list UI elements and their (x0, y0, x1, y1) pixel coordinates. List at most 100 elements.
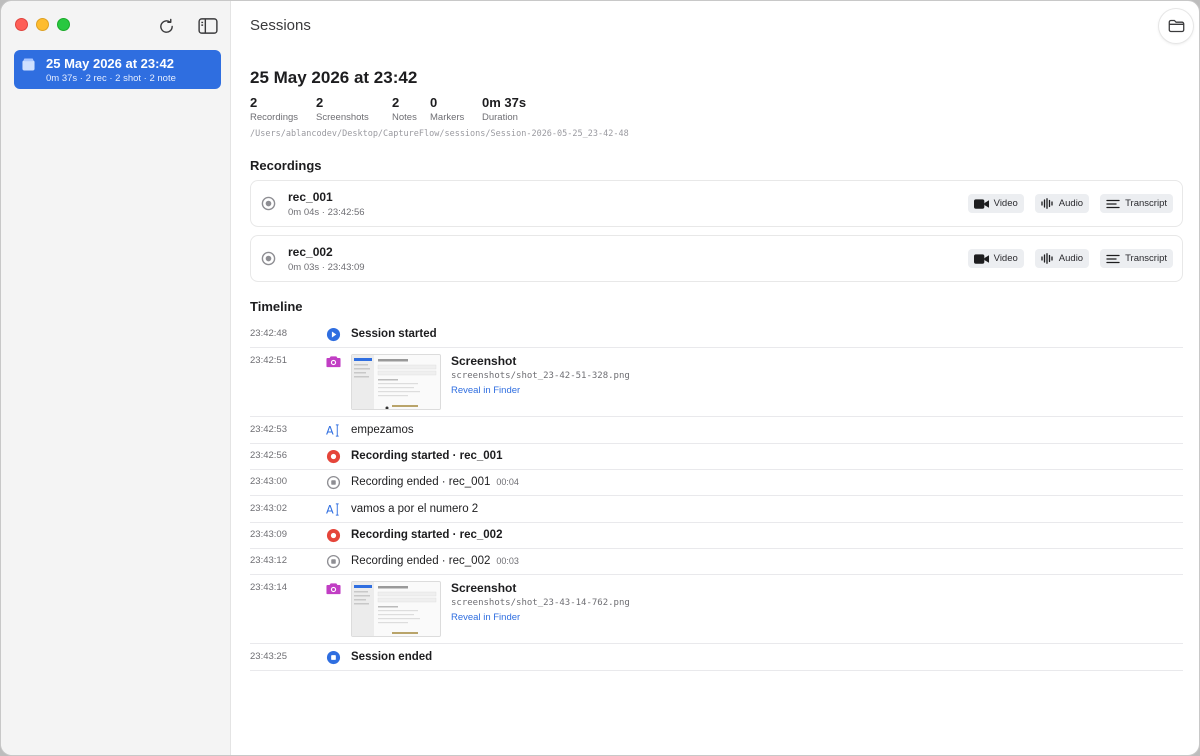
record-circle-icon (261, 196, 276, 211)
waveform-icon (1041, 198, 1053, 209)
event-time: 23:43:09 (250, 529, 287, 540)
event-text-label: Recording ended · rec_001 (351, 476, 491, 488)
play-circle-icon (326, 327, 341, 342)
stat-label: Notes (392, 112, 417, 123)
video-label: Video (993, 198, 1018, 209)
video-label: Video (993, 253, 1018, 264)
timeline-row: 23:43:25 Session ended (250, 644, 1183, 671)
event-text: vamos a por el numero 2 (351, 503, 479, 515)
video-camera-icon (973, 198, 989, 209)
stat-value: 2 (316, 95, 324, 110)
recording-meta: 0m 03s · 23:43:09 (288, 262, 365, 273)
toggle-sidebar-button[interactable] (197, 15, 219, 37)
zoom-window-button[interactable] (57, 18, 70, 31)
reveal-in-finder-link[interactable]: Reveal in Finder (451, 612, 520, 623)
stat-label: Markers (430, 112, 465, 123)
transcript-button[interactable]: Transcript (1100, 249, 1173, 268)
page-title: Sessions (250, 17, 311, 34)
video-camera-icon (973, 253, 989, 264)
session-title: 25 May 2026 at 23:42 (250, 68, 418, 87)
event-text: Recording started · rec_001 (351, 450, 503, 462)
open-folder-button[interactable] (1159, 9, 1193, 43)
text-cursor-icon: A (326, 424, 339, 438)
event-text: Session ended (351, 651, 433, 663)
event-time: 23:43:00 (250, 476, 287, 487)
transcript-label: Transcript (1125, 253, 1167, 264)
stat-duration: 0m 37s Duration (482, 95, 542, 123)
event-text: Session started (351, 328, 437, 340)
stat-markers: 0 Markers (430, 95, 466, 123)
audio-label: Audio (1058, 198, 1084, 209)
timeline-row: 23:43:00 Recording ended · rec_001 00:04 (250, 470, 1183, 496)
video-button[interactable]: Video (967, 194, 1024, 213)
sidebar-session-title: 25 May 2026 at 23:42 (46, 56, 174, 71)
text-cursor-icon: A (326, 503, 339, 517)
refresh-icon (159, 18, 173, 33)
event-text: Recording ended · rec_001 00:04 (351, 476, 519, 488)
app-window: 25 May 2026 at 23:42 0m 37s · 2 rec · 2 … (0, 0, 1200, 756)
stat-value: 0 (430, 95, 438, 110)
transcript-label: Transcript (1125, 198, 1167, 209)
text-lines-icon (1106, 254, 1120, 263)
recording-name: rec_001 (288, 190, 333, 204)
stat-value: 0m 37s (482, 95, 527, 110)
folder-icon (1168, 19, 1184, 33)
transcript-button[interactable]: Transcript (1100, 194, 1173, 213)
main-content: Sessions 25 May 2026 at 23:42 2 Recordin… (232, 1, 1199, 755)
timeline-row: 23:42:53 A empezamos (250, 417, 1183, 444)
timeline-row: 23:43:14 Screenshot screenshots/shot_23-… (250, 575, 1183, 644)
sidebar-session-item[interactable]: 25 May 2026 at 23:42 0m 37s · 2 rec · 2 … (14, 50, 221, 89)
stop-circle-icon (326, 554, 341, 569)
recording-card: rec_001 0m 04s · 23:42:56 Video Audio Tr… (250, 180, 1183, 227)
recording-card: rec_002 0m 03s · 23:43:09 Video Audio Tr… (250, 235, 1183, 282)
camera-icon (326, 583, 341, 595)
stat-label: Duration (482, 112, 518, 123)
timeline-row: 23:42:51 Screenshot screenshots/shot_23-… (250, 348, 1183, 417)
stat-notes: 2 Notes (392, 95, 417, 123)
stat-recordings: 2 Recordings (250, 95, 300, 123)
record-circle-icon (326, 528, 341, 543)
timeline-row: 23:42:56 Recording started · rec_001 (250, 444, 1183, 470)
stop-circle-icon (326, 650, 341, 665)
sidebar-session-subtitle: 0m 37s · 2 rec · 2 shot · 2 note (46, 73, 176, 84)
minimize-window-button[interactable] (36, 18, 49, 31)
event-time: 23:43:25 (250, 651, 287, 662)
screenshot-preview-image (352, 582, 440, 636)
close-window-button[interactable] (15, 18, 28, 31)
refresh-button[interactable] (155, 15, 177, 37)
sidebar-icon (198, 18, 218, 34)
screenshot-title: Screenshot (451, 581, 517, 595)
audio-button[interactable]: Audio (1034, 194, 1090, 213)
camera-icon (326, 356, 341, 368)
screenshot-thumbnail[interactable] (351, 354, 441, 410)
event-time: 23:43:14 (250, 582, 287, 593)
sidebar: 25 May 2026 at 23:42 0m 37s · 2 rec · 2 … (1, 1, 231, 755)
reveal-in-finder-link[interactable]: Reveal in Finder (451, 385, 520, 396)
stat-value: 2 (250, 95, 258, 110)
window-controls (15, 18, 70, 31)
event-duration: 00:04 (496, 477, 519, 487)
text-lines-icon (1106, 199, 1120, 208)
audio-button[interactable]: Audio (1034, 249, 1090, 268)
audio-label: Audio (1058, 253, 1084, 264)
event-text-label: Recording ended · rec_002 (351, 555, 491, 567)
screenshot-title: Screenshot (451, 354, 517, 368)
stat-label: Recordings (250, 112, 299, 123)
event-text: empezamos (351, 424, 414, 436)
timeline-row: 23:42:48 Session started (250, 321, 1183, 348)
recording-name: rec_002 (288, 245, 333, 259)
event-duration: 00:03 (496, 556, 519, 566)
session-stats: 2 Recordings 2 Screenshots 2 Notes 0 Mar… (250, 95, 558, 123)
screenshot-filename: screenshots/shot_23-43-14-762.png (451, 598, 630, 608)
screenshot-preview-image (352, 355, 440, 409)
video-button[interactable]: Video (967, 249, 1024, 268)
recordings-heading: Recordings (250, 158, 322, 173)
screenshot-thumbnail[interactable] (351, 581, 441, 637)
event-time: 23:43:02 (250, 503, 287, 514)
event-time: 23:42:53 (250, 424, 287, 435)
event-time: 23:42:51 (250, 355, 287, 366)
waveform-icon (1041, 253, 1053, 264)
screenshot-filename: screenshots/shot_23-42-51-328.png (451, 371, 630, 381)
event-time: 23:43:12 (250, 555, 287, 566)
session-icon (22, 58, 35, 71)
